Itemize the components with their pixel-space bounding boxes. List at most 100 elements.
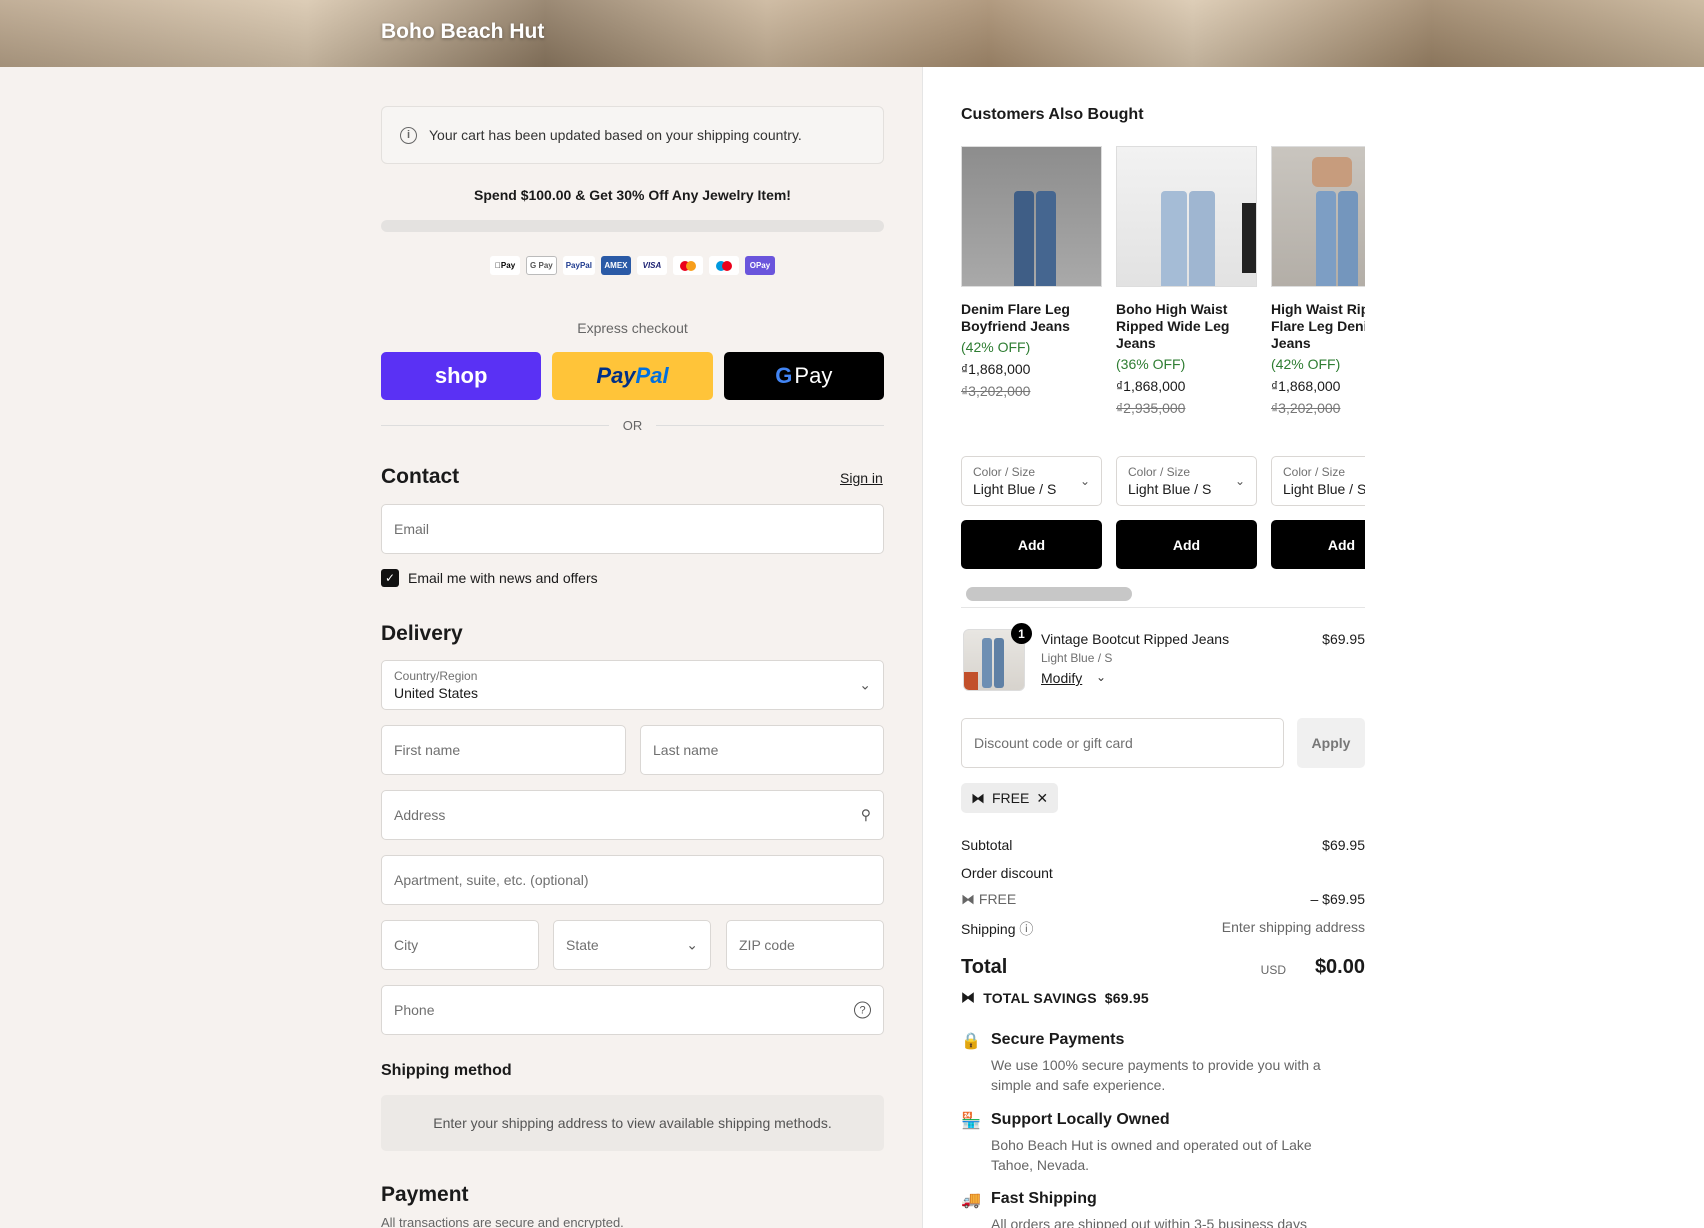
product-name[interactable]: Denim Flare Leg Boyfriend Jeans [961,301,1102,335]
product-name[interactable]: High Waist Ripped Flare Leg Denim Jeans [1271,301,1365,352]
quantity-badge: 1 [1011,623,1032,644]
product-name[interactable]: Boho High Waist Ripped Wide Leg Jeans [1116,301,1257,352]
store-logo[interactable]: Boho Beach Hut [381,20,544,44]
feature-description: Boho Beach Hut is owned and operated out… [991,1137,1312,1173]
chevron-down-icon[interactable]: ⌄ [1096,670,1106,684]
variant-label: Color / Size [973,465,1036,479]
delivery-title: Delivery [381,622,463,645]
product-price: ₫1,868,000 [1116,378,1186,394]
close-icon[interactable]: ✕ [1036,790,1048,807]
carousel-scrollbar[interactable] [966,587,1132,601]
recommendations-title: Customers Also Bought [961,106,1144,123]
subtotal-row: Subtotal $69.95 [961,837,1365,853]
torso-shape [1312,157,1352,187]
payment-title: Payment [381,1183,469,1206]
accepted-payment-icons: Pay G Pay PayPal AMEX VISA OPay [381,256,884,275]
state-select[interactable]: State ⌄ [553,920,711,970]
google-pay-button[interactable]: G Pay [723,352,884,400]
shop-pay-button[interactable]: shop [381,352,542,400]
country-select[interactable]: Country/Region United States ⌄ [381,660,884,710]
order-discount-row: Order discount [961,865,1365,881]
product-image[interactable] [961,146,1102,287]
apply-button[interactable]: Apply [1297,718,1365,768]
thumb-shape [994,638,1004,688]
paypal-button[interactable]: Pay Pal [552,352,713,400]
add-button[interactable]: Add [1116,520,1257,569]
feature-description: All orders are shipped out within 3-5 bu… [991,1216,1307,1228]
discount-code-label: FREE [978,891,1017,907]
gpay-label: Pay [794,363,833,388]
subtotal-label: Subtotal [961,837,1013,853]
email-field[interactable]: Email [381,504,884,554]
product-old-price: ₫3,202,000 [961,383,1031,399]
savings-label: TOTAL SAVINGS [983,989,1097,1006]
express-checkout-label: Express checkout [577,320,688,336]
product-old-price: ₫3,202,000 [1271,400,1341,416]
add-button[interactable]: Add [961,520,1102,569]
product-discount: (42% OFF) [1271,356,1341,372]
thumb-shape [982,638,992,688]
recommendation-card: Boho High Waist Ripped Wide Leg Jeans (3… [1116,146,1257,569]
state-placeholder: State [566,937,599,953]
modify-link[interactable]: Modify [1041,670,1082,686]
mastercard-icon [672,256,703,275]
applied-code: FREE [992,790,1030,806]
product-image[interactable] [1271,146,1365,287]
last-name-field[interactable]: Last name [640,725,884,775]
product-image[interactable] [1116,146,1257,287]
apartment-field[interactable]: Apartment, suite, etc. (optional) [381,855,884,905]
news-opt-in[interactable]: ✓ Email me with news and offers [381,569,598,587]
jeans-leg-shape [1014,191,1034,286]
address-field[interactable]: Address ⚲ [381,790,884,840]
phone-placeholder: Phone [394,1002,435,1018]
country-value: United States [394,685,479,701]
recommendation-card: High Waist Ripped Flare Leg Denim Jeans … [1271,146,1365,569]
checkbox-checked-icon[interactable]: ✓ [381,569,399,587]
shipping-method-title: Shipping method [381,1062,512,1079]
promo-banner: Spend $100.00 & Get 30% Off Any Jewelry … [474,187,791,203]
jeans-leg-shape [1338,191,1358,286]
zip-field[interactable]: ZIP code [726,920,884,970]
sign-in-link[interactable]: Sign in [840,470,883,486]
country-label: Country/Region [394,669,478,683]
variant-value: Light Blue / S [1128,481,1212,497]
divider-line [381,425,609,426]
google-pay-icon: G Pay [526,256,557,275]
cart-updated-notice: i Your cart has been updated based on yo… [381,106,884,164]
subtotal-value: $69.95 [1322,837,1365,853]
background-shape [1242,203,1256,273]
product-price: ₫1,868,000 [961,361,1031,377]
or-label: OR [622,418,643,433]
order-discount-label: Order discount [961,865,1053,881]
discount-code-input[interactable]: Discount code or gift card [961,718,1284,768]
payment-subtitle: All transactions are secure and encrypte… [381,1215,624,1228]
product-old-price: ₫2,935,000 [1116,400,1186,416]
jeans-leg-shape [1316,191,1336,286]
variant-select[interactable]: Color / Size Light Blue / S ⌄ [1116,456,1257,506]
cart-line-item: 1 Vintage Bootcut Ripped Jeans Light Blu… [961,623,1365,693]
phone-field[interactable]: Phone ? [381,985,884,1035]
discount-amount: – $69.95 [1310,891,1366,907]
cart-item-variant: Light Blue / S [1041,651,1113,665]
paypal-label-pal: Pal [635,363,669,388]
discount-code-row: ⧓ FREE – $69.95 [961,891,1365,908]
email-placeholder: Email [394,521,430,537]
help-circle-icon[interactable]: ⓘ [1019,921,1033,937]
jeans-leg-shape [1189,191,1215,286]
truck-icon: 🚚 [961,1192,981,1209]
shipping-value: Enter shipping address [1221,919,1365,935]
add-button[interactable]: Add [1271,520,1365,569]
help-circle-icon[interactable]: ? [854,1001,871,1019]
feature-title: Support Locally Owned [991,1111,1170,1128]
news-opt-in-label: Email me with news and offers [408,570,598,586]
first-name-field[interactable]: First name [381,725,626,775]
total-savings: ⧓ TOTAL SAVINGS $69.95 [961,989,1149,1006]
recommendation-card: Denim Flare Leg Boyfriend Jeans (42% OFF… [961,146,1102,569]
first-name-placeholder: First name [394,742,461,758]
jeans-leg-shape [1036,191,1056,286]
city-field[interactable]: City [381,920,539,970]
apple-pay-icon: Pay [490,256,521,275]
maestro-icon [708,256,739,275]
variant-select[interactable]: Color / Size Light Blue / S ⌄ [961,456,1102,506]
variant-select[interactable]: Color / Size Light Blue / S [1271,456,1365,506]
